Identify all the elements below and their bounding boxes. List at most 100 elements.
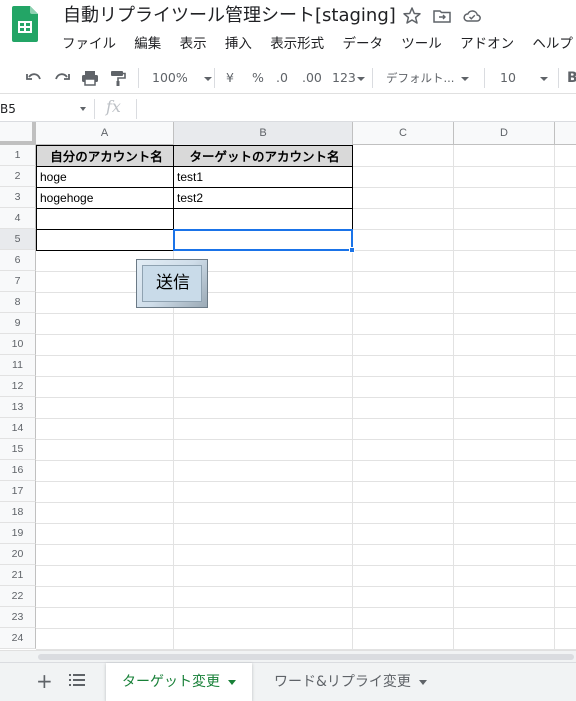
chevron-down-icon [461,76,470,81]
gridline-horizontal [36,292,576,293]
row-header-9[interactable]: 9 [0,313,36,334]
menu-addons[interactable]: アドオン [453,33,521,55]
gridline-horizontal [36,586,576,587]
row-header-19[interactable]: 19 [0,523,36,544]
menu-edit[interactable]: 編集 [127,33,168,55]
paint-format-icon[interactable] [108,67,128,89]
row-header-5[interactable]: 5 [0,229,36,250]
cell-a1[interactable]: 自分のアカウント名 [36,145,174,167]
zoom-select[interactable]: 100% [152,67,212,89]
row-header-21[interactable]: 21 [0,565,36,586]
cell-a5[interactable] [36,229,174,251]
cloud-saved-icon[interactable] [462,6,482,26]
cell-b2[interactable]: test1 [173,166,353,188]
row-header-24[interactable]: 24 [0,628,36,649]
sheet-tab-word-reply[interactable]: ワード&リプライ変更 [258,663,443,701]
app-header: 自動リプライツール管理シート[staging] ファイル 編集 表示 挿入 表示… [0,0,576,62]
row-header-1[interactable]: 1 [0,145,36,166]
toolbar-divider [372,68,373,88]
menu-file[interactable]: ファイル [55,33,123,55]
font-size-select[interactable]: 10 [500,67,548,89]
redo-icon[interactable] [52,67,72,89]
row-header-20[interactable]: 20 [0,544,36,565]
more-formats-button[interactable]: 123 [332,67,365,89]
horizontal-scrollbar[interactable] [0,650,576,662]
chevron-down-icon [203,76,212,81]
row-header-18[interactable]: 18 [0,502,36,523]
spreadsheet-app: 自動リプライツール管理シート[staging] ファイル 編集 表示 挿入 表示… [0,0,576,701]
menu-data[interactable]: データ [335,33,390,55]
more-formats-label: 123 [332,70,356,85]
button-face: 送信 [142,265,202,302]
document-title[interactable]: 自動リプライツール管理シート[staging] [63,4,396,28]
gridline-horizontal [36,313,576,314]
column-header-d[interactable]: D [454,122,555,145]
column-header-a[interactable]: A [36,122,174,145]
increase-decimals-label: .00 [302,70,322,85]
sheet-tab-target[interactable]: ターゲット変更 [106,663,252,701]
row-header-15[interactable]: 15 [0,439,36,460]
row-header-4[interactable]: 4 [0,208,36,229]
move-to-folder-icon[interactable] [432,6,452,26]
row-header-10[interactable]: 10 [0,334,36,355]
chevron-down-icon[interactable] [80,107,86,111]
gridline-horizontal [36,439,576,440]
row-header-6[interactable]: 6 [0,250,36,271]
scrollbar-thumb[interactable] [38,654,574,660]
cell-b3[interactable]: test2 [173,187,353,209]
menu-tools[interactable]: ツール [394,33,449,55]
active-cell-selection [173,229,353,251]
row-header-22[interactable]: 22 [0,586,36,607]
bold-icon[interactable]: B [567,67,576,89]
select-all-corner[interactable] [0,122,36,145]
currency-format-button[interactable]: ¥ [226,67,234,89]
row-header-16[interactable]: 16 [0,460,36,481]
gridline-horizontal [36,271,576,272]
chevron-down-icon[interactable] [228,679,236,685]
row-header-11[interactable]: 11 [0,355,36,376]
gridline-horizontal [36,334,576,335]
cell-a4[interactable] [36,208,174,230]
percent-format-button[interactable]: % [252,67,264,89]
row-header-13[interactable]: 13 [0,397,36,418]
undo-icon[interactable] [24,67,44,89]
add-sheet-button[interactable]: + [36,671,53,691]
row-header-2[interactable]: 2 [0,166,36,187]
menu-help[interactable]: ヘルプ [525,33,576,55]
row-header-17[interactable]: 17 [0,481,36,502]
increase-decimals-button[interactable]: .00 [302,67,322,89]
menu-view[interactable]: 表示 [173,33,214,55]
row-header-3[interactable]: 3 [0,187,36,208]
gridline-horizontal [36,418,576,419]
send-button[interactable]: 送信 [136,259,208,308]
row-header-14[interactable]: 14 [0,418,36,439]
row-header-12[interactable]: 12 [0,376,36,397]
cell-a2[interactable]: hoge [36,166,174,188]
column-header-e[interactable] [555,122,576,145]
chevron-down-icon [356,76,365,81]
cell-b1[interactable]: ターゲットのアカウント名 [173,145,353,167]
sheets-logo-icon[interactable] [12,6,38,42]
font-family-select[interactable]: デフォルト... [386,67,470,89]
cell-a3[interactable]: hogehoge [36,187,174,209]
chevron-down-icon [539,76,548,81]
menu-insert[interactable]: 挿入 [218,33,259,55]
row-header-23[interactable]: 23 [0,607,36,628]
print-icon[interactable] [80,67,100,89]
star-icon[interactable] [402,6,422,26]
fill-handle[interactable] [349,247,355,253]
sheet-tab-label: ターゲット変更 [122,674,220,690]
chevron-down-icon[interactable] [418,679,427,685]
cell-b4[interactable] [173,208,353,230]
menu-format[interactable]: 表示形式 [263,33,331,55]
column-header-c[interactable]: C [353,122,454,145]
all-sheets-menu-icon[interactable] [69,673,85,687]
gridline-horizontal [36,607,576,608]
formula-bar-divider [94,99,95,119]
row-header-8[interactable]: 8 [0,292,36,313]
decrease-decimals-button[interactable]: .0 [276,67,288,89]
row-header-7[interactable]: 7 [0,271,36,292]
column-header-b[interactable]: B [174,122,353,145]
zoom-value: 100% [152,70,188,85]
name-box[interactable]: B5 [0,99,88,119]
